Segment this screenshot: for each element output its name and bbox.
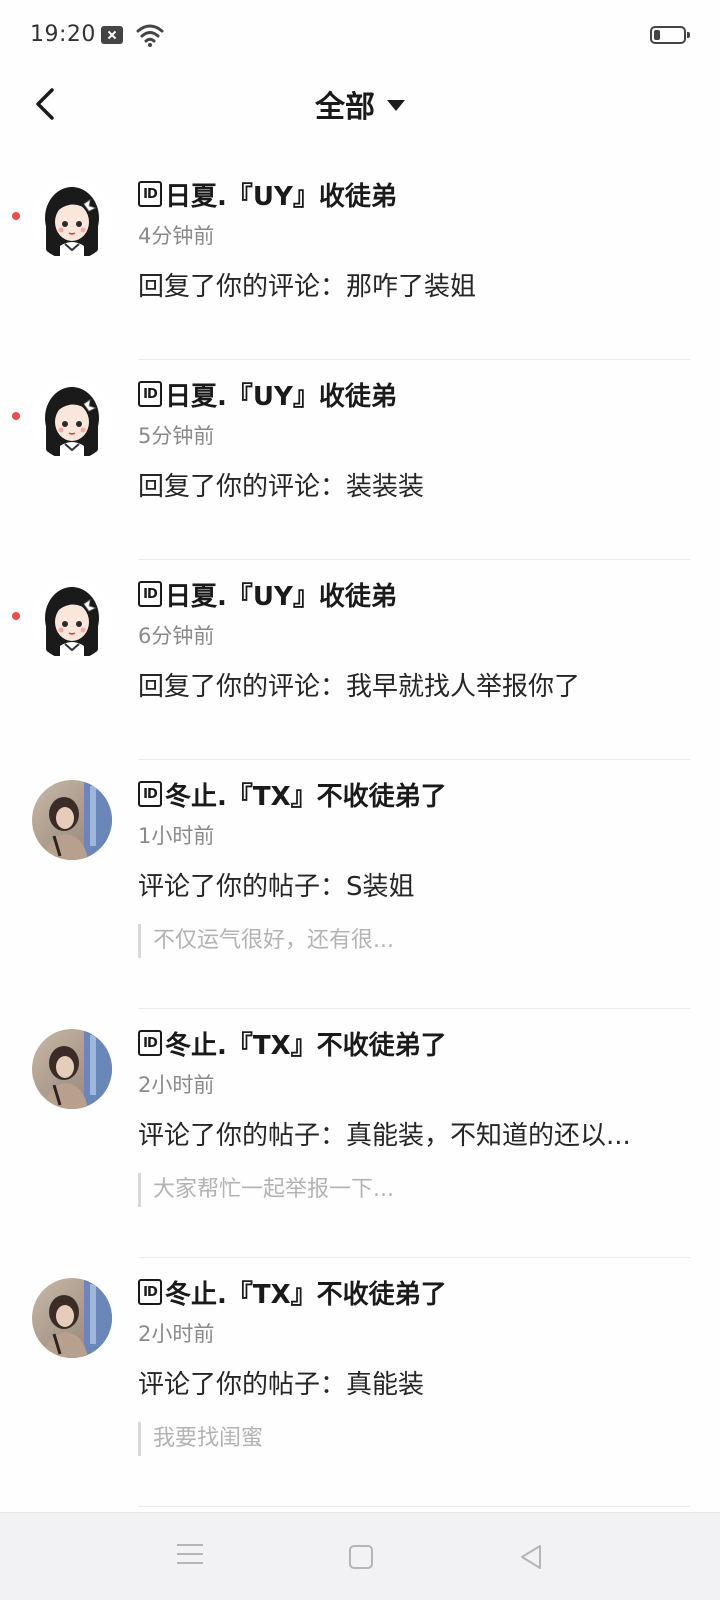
notification-body: ID 日夏.『UY』收徒弟 4分钟前 回复了你的评论：那咋了装姐 (138, 160, 690, 306)
status-bar: 19:20 (0, 0, 720, 72)
unread-dot (12, 612, 20, 620)
wifi-icon (136, 24, 164, 47)
battery-icon (650, 26, 690, 44)
notification-body: ID 日夏.『UY』收徒弟 6分钟前 回复了你的评论：我早就找人举报你了 (138, 560, 690, 706)
user-name-text: 冬止.『TX』不收徒弟了 (165, 1030, 447, 1061)
notification-item[interactable]: ID 日夏.『UY』收徒弟 6分钟前 回复了你的评论：我早就找人举报你了 (0, 560, 720, 760)
notification-text: 回复了你的评论：那咋了装姐 (138, 272, 477, 302)
notification-time: 1小时前 (138, 824, 215, 848)
notification-text: 评论了你的帖子：真能装 (138, 1370, 425, 1400)
avatar[interactable] (32, 380, 112, 460)
avatar[interactable] (32, 180, 112, 260)
home-square-icon[interactable] (349, 1545, 373, 1569)
chevron-left-icon (36, 88, 54, 120)
quoted-post[interactable]: 大家帮忙一起举报一下... (138, 1173, 690, 1207)
user-name[interactable]: ID 日夏.『UY』收徒弟 (138, 376, 690, 412)
unread-dot (12, 412, 20, 420)
back-button[interactable] (26, 84, 66, 124)
filter-title: 全部 (315, 90, 375, 125)
notification-item[interactable]: ID 冬止.『TX』不收徒弟了 2小时前 评论了你的帖子：真能装 我要找闺蜜 (0, 1258, 720, 1507)
notification-time: 2小时前 (138, 1322, 215, 1346)
notification-body: ID 冬止.『TX』不收徒弟了 2小时前 评论了你的帖子：真能装，不知道的还以.… (138, 1009, 690, 1207)
notification-item[interactable]: ID 冬止.『TX』不收徒弟了 2小时前 评论了你的帖子：真能装，不知道的还以.… (0, 1009, 720, 1258)
id-badge-icon: ID (138, 781, 162, 807)
user-name[interactable]: ID 冬止.『TX』不收徒弟了 (138, 1274, 690, 1310)
notification-text: 评论了你的帖子：真能装，不知道的还以... (138, 1121, 631, 1151)
avatar[interactable] (32, 780, 112, 860)
avatar[interactable] (32, 1278, 112, 1358)
avatar[interactable] (32, 1029, 112, 1109)
filter-dropdown[interactable]: 全部 (290, 80, 430, 128)
user-name[interactable]: ID 日夏.『UY』收徒弟 (138, 176, 690, 212)
system-nav-bar (0, 1512, 720, 1600)
notification-item[interactable]: ID 日夏.『UY』收徒弟 4分钟前 回复了你的评论：那咋了装姐 (0, 160, 720, 360)
notification-text: 评论了你的帖子：S装姐 (138, 872, 415, 902)
divider (138, 1506, 690, 1507)
header: 全部 (0, 72, 720, 136)
unread-dot (12, 212, 20, 220)
id-badge-icon: ID (138, 1030, 162, 1056)
id-badge-icon: ID (138, 581, 162, 607)
menu-icon[interactable] (177, 1544, 203, 1570)
notification-body: ID 日夏.『UY』收徒弟 5分钟前 回复了你的评论：装装装 (138, 360, 690, 506)
user-name-text: 日夏.『UY』收徒弟 (165, 381, 397, 412)
user-name[interactable]: ID 日夏.『UY』收徒弟 (138, 576, 690, 612)
notification-text: 回复了你的评论：我早就找人举报你了 (138, 672, 581, 702)
user-name-text: 冬止.『TX』不收徒弟了 (165, 1279, 447, 1310)
id-badge-icon: ID (138, 181, 162, 207)
notification-body: ID 冬止.『TX』不收徒弟了 1小时前 评论了你的帖子：S装姐 不仅运气很好，… (138, 760, 690, 958)
user-name-text: 日夏.『UY』收徒弟 (165, 181, 397, 212)
notification-text: 回复了你的评论：装装装 (138, 472, 425, 502)
notification-time: 6分钟前 (138, 624, 215, 648)
notification-item[interactable]: ID 冬止.『TX』不收徒弟了 1小时前 评论了你的帖子：S装姐 不仅运气很好，… (0, 760, 720, 1009)
user-name[interactable]: ID 冬止.『TX』不收徒弟了 (138, 776, 690, 812)
notification-time: 5分钟前 (138, 424, 215, 448)
user-name-text: 冬止.『TX』不收徒弟了 (165, 781, 447, 812)
notification-item[interactable]: ID 日夏.『UY』收徒弟 5分钟前 回复了你的评论：装装装 (0, 360, 720, 560)
quoted-post[interactable]: 不仅运气很好，还有很... (138, 924, 690, 958)
status-time: 19:20 (30, 22, 96, 47)
id-badge-icon: ID (138, 381, 162, 407)
quoted-post[interactable]: 我要找闺蜜 (138, 1422, 690, 1456)
notification-icon (101, 26, 123, 44)
notification-time: 2小时前 (138, 1073, 215, 1097)
id-badge-icon: ID (138, 1279, 162, 1305)
avatar[interactable] (32, 580, 112, 660)
notification-body: ID 冬止.『TX』不收徒弟了 2小时前 评论了你的帖子：真能装 我要找闺蜜 (138, 1258, 690, 1456)
notification-time: 4分钟前 (138, 224, 215, 248)
notification-list: ID 日夏.『UY』收徒弟 4分钟前 回复了你的评论：那咋了装姐 ID 日夏.『… (0, 160, 720, 1507)
caret-down-icon (387, 99, 405, 111)
user-name[interactable]: ID 冬止.『TX』不收徒弟了 (138, 1025, 690, 1061)
user-name-text: 日夏.『UY』收徒弟 (165, 581, 397, 612)
back-triangle-icon[interactable] (518, 1543, 544, 1571)
